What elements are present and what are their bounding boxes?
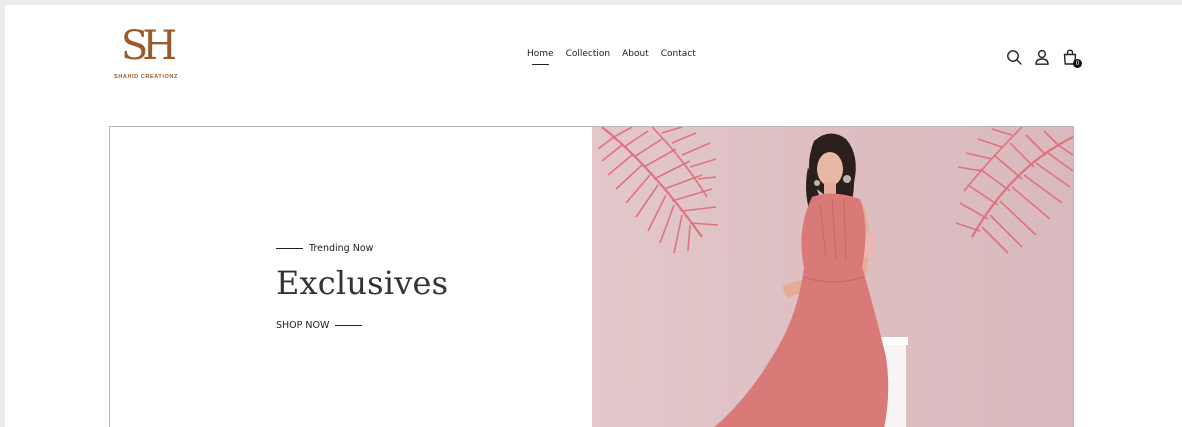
palm-leaf-right <box>955 127 1073 254</box>
hero-illustration <box>597 127 1073 427</box>
header-actions: 0 <box>1006 49 1082 68</box>
hero-headline: Exclusives <box>276 264 449 302</box>
hero-text-panel: Trending Now Exclusives SHOP NOW <box>110 127 592 427</box>
brand-logo[interactable]: SH SHAHID CREATIONZ <box>111 23 181 85</box>
shopping-bag-icon[interactable]: 0 <box>1062 49 1082 68</box>
cart-count-badge: 0 <box>1073 59 1082 68</box>
brand-name: SHAHID CREATIONZ <box>114 74 178 80</box>
nav-item-collection[interactable]: Collection <box>566 49 611 65</box>
model-figure <box>714 133 889 427</box>
nav-item-about[interactable]: About <box>622 49 649 65</box>
hero-image <box>592 127 1073 427</box>
shop-now-link[interactable]: SHOP NOW <box>276 320 363 331</box>
hero-banner: Trending Now Exclusives SHOP NOW <box>109 126 1074 427</box>
hero-eyebrow: Trending Now <box>276 243 373 254</box>
palm-leaf-left <box>597 127 719 254</box>
nav-item-contact[interactable]: Contact <box>661 49 696 65</box>
main-nav: Home Collection About Contact <box>527 49 696 65</box>
eyebrow-line <box>276 248 303 249</box>
brand-monogram: SH <box>120 23 177 69</box>
shop-now-label: SHOP NOW <box>276 320 330 331</box>
search-icon[interactable] <box>1006 49 1022 65</box>
hero-eyebrow-text: Trending Now <box>309 243 374 254</box>
page: SH SHAHID CREATIONZ Home Collection Abou… <box>5 5 1182 427</box>
cta-line <box>335 325 363 326</box>
user-icon[interactable] <box>1034 49 1050 65</box>
nav-item-home[interactable]: Home <box>527 49 554 65</box>
